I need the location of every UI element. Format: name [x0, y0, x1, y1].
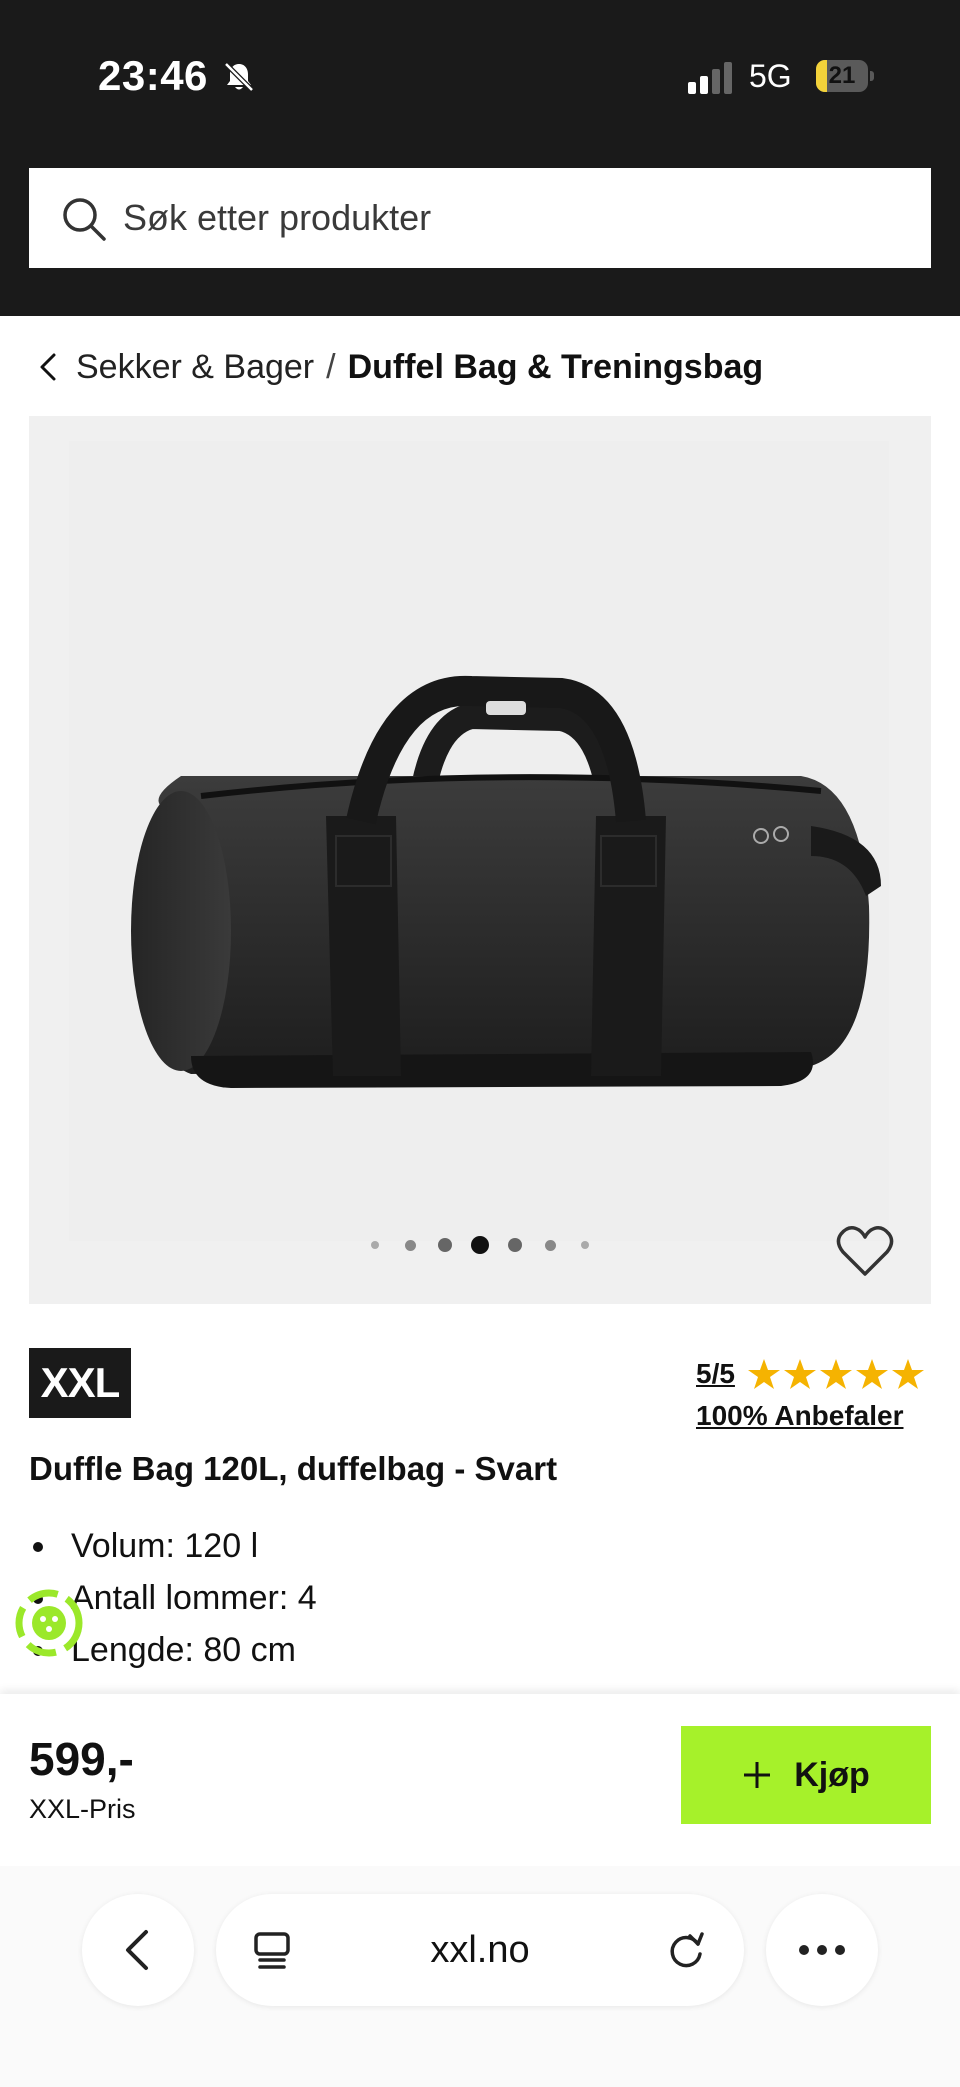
star-icon	[747, 1359, 780, 1389]
rating-summary[interactable]: 5/5	[696, 1358, 927, 1390]
pagination-dot-active[interactable]	[471, 1236, 489, 1254]
battery-percent: 21	[828, 62, 856, 89]
pagination-dot[interactable]	[438, 1238, 452, 1252]
breadcrumb-separator: /	[326, 347, 336, 386]
pagination-dot[interactable]	[508, 1238, 522, 1252]
status-time: 23:46	[98, 52, 208, 99]
star-icon	[783, 1359, 816, 1389]
browser-address-bar[interactable]: xxl.no	[216, 1894, 744, 2006]
pagination-dot[interactable]	[371, 1241, 379, 1249]
network-label: 5G	[749, 58, 792, 94]
signal-icon	[688, 62, 732, 94]
search-input[interactable]	[123, 168, 903, 268]
app-header: 23:46 5G 21	[0, 0, 960, 316]
search-bar[interactable]	[29, 168, 931, 268]
product-title: Duffle Bag 120L, duffelbag - Svart	[29, 1450, 558, 1487]
chevron-left-icon[interactable]	[36, 352, 60, 382]
star-icon	[819, 1359, 852, 1389]
buy-button[interactable]: Kjøp	[681, 1726, 931, 1824]
star-icon	[855, 1359, 888, 1389]
browser-back-button[interactable]	[82, 1894, 194, 2006]
heart-outline-icon[interactable]	[835, 1224, 895, 1278]
browser-more-button[interactable]	[766, 1894, 878, 2006]
product-gallery[interactable]	[29, 416, 931, 1304]
bell-slash-icon	[224, 62, 254, 92]
buy-bar: 599,- XXL-Pris Kjøp	[0, 1694, 960, 1866]
browser-toolbar: xxl.no	[0, 1866, 960, 2087]
support-badge-icon[interactable]	[14, 1588, 84, 1658]
pagination-dot[interactable]	[581, 1241, 589, 1249]
rating-stars	[747, 1358, 927, 1390]
price: 599,-	[29, 1733, 134, 1785]
brand-logo[interactable]: XXL	[29, 1348, 131, 1418]
gallery-pagination[interactable]	[29, 1232, 931, 1258]
star-icon	[891, 1359, 924, 1389]
reload-icon[interactable]	[664, 1928, 708, 1972]
recommend-link[interactable]: 100% Anbefaler	[696, 1400, 904, 1432]
plus-icon	[744, 1762, 771, 1788]
pagination-dot[interactable]	[404, 1239, 416, 1251]
back-chevron-icon	[126, 1930, 148, 1970]
battery-icon: 21	[816, 60, 874, 92]
breadcrumb-current[interactable]: Duffel Bag & Treningsbag	[348, 348, 764, 387]
price-label: XXL-Pris	[29, 1794, 136, 1824]
duffel-bag-image	[131, 675, 881, 1088]
breadcrumb: Sekker & Bager / Duffel Bag & Treningsba…	[36, 342, 763, 392]
more-icon	[799, 1945, 845, 1955]
search-icon[interactable]	[61, 196, 107, 242]
breadcrumb-parent-link[interactable]: Sekker & Bager	[76, 348, 314, 387]
pagination-dot[interactable]	[544, 1239, 556, 1251]
spec-item: Volum: 120 l	[29, 1520, 317, 1572]
rating-text[interactable]: 5/5	[696, 1358, 735, 1390]
buy-button-label: Kjøp	[794, 1755, 870, 1794]
